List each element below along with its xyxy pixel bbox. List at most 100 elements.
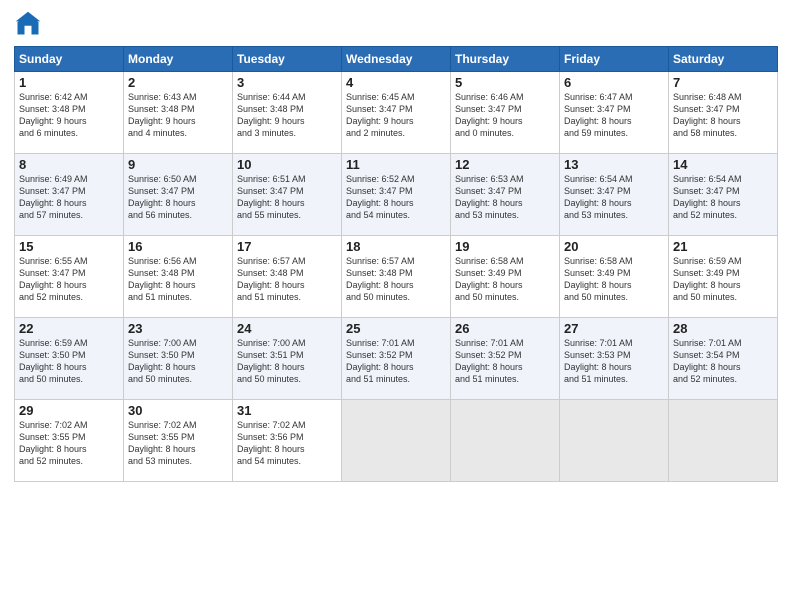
week-row-2: 8Sunrise: 6:49 AM Sunset: 3:47 PM Daylig…: [15, 154, 778, 236]
col-header-friday: Friday: [560, 47, 669, 72]
cell-info: Sunrise: 6:47 AM Sunset: 3:47 PM Dayligh…: [564, 91, 664, 140]
day-number: 25: [346, 321, 446, 336]
day-number: 13: [564, 157, 664, 172]
cell-info: Sunrise: 6:54 AM Sunset: 3:47 PM Dayligh…: [564, 173, 664, 222]
header-row: SundayMondayTuesdayWednesdayThursdayFrid…: [15, 47, 778, 72]
calendar-cell: 6Sunrise: 6:47 AM Sunset: 3:47 PM Daylig…: [560, 72, 669, 154]
day-number: 20: [564, 239, 664, 254]
calendar-cell: 17Sunrise: 6:57 AM Sunset: 3:48 PM Dayli…: [233, 236, 342, 318]
calendar-cell: 30Sunrise: 7:02 AM Sunset: 3:55 PM Dayli…: [124, 400, 233, 482]
cell-info: Sunrise: 6:53 AM Sunset: 3:47 PM Dayligh…: [455, 173, 555, 222]
calendar-cell: 27Sunrise: 7:01 AM Sunset: 3:53 PM Dayli…: [560, 318, 669, 400]
day-number: 8: [19, 157, 119, 172]
day-number: 31: [237, 403, 337, 418]
calendar-cell: 1Sunrise: 6:42 AM Sunset: 3:48 PM Daylig…: [15, 72, 124, 154]
cell-info: Sunrise: 6:57 AM Sunset: 3:48 PM Dayligh…: [237, 255, 337, 304]
day-number: 23: [128, 321, 228, 336]
calendar-cell: 9Sunrise: 6:50 AM Sunset: 3:47 PM Daylig…: [124, 154, 233, 236]
day-number: 29: [19, 403, 119, 418]
day-number: 16: [128, 239, 228, 254]
week-row-5: 29Sunrise: 7:02 AM Sunset: 3:55 PM Dayli…: [15, 400, 778, 482]
calendar-cell: [342, 400, 451, 482]
col-header-saturday: Saturday: [669, 47, 778, 72]
logo-icon: [14, 10, 42, 38]
calendar-cell: 20Sunrise: 6:58 AM Sunset: 3:49 PM Dayli…: [560, 236, 669, 318]
cell-info: Sunrise: 7:01 AM Sunset: 3:52 PM Dayligh…: [346, 337, 446, 386]
calendar-cell: [560, 400, 669, 482]
cell-info: Sunrise: 6:54 AM Sunset: 3:47 PM Dayligh…: [673, 173, 773, 222]
calendar-table: SundayMondayTuesdayWednesdayThursdayFrid…: [14, 46, 778, 482]
cell-info: Sunrise: 7:01 AM Sunset: 3:52 PM Dayligh…: [455, 337, 555, 386]
day-number: 21: [673, 239, 773, 254]
day-number: 19: [455, 239, 555, 254]
logo: [14, 10, 46, 38]
calendar-cell: 31Sunrise: 7:02 AM Sunset: 3:56 PM Dayli…: [233, 400, 342, 482]
day-number: 2: [128, 75, 228, 90]
day-number: 15: [19, 239, 119, 254]
calendar-cell: 26Sunrise: 7:01 AM Sunset: 3:52 PM Dayli…: [451, 318, 560, 400]
col-header-tuesday: Tuesday: [233, 47, 342, 72]
day-number: 24: [237, 321, 337, 336]
col-header-sunday: Sunday: [15, 47, 124, 72]
calendar-cell: 14Sunrise: 6:54 AM Sunset: 3:47 PM Dayli…: [669, 154, 778, 236]
cell-info: Sunrise: 6:43 AM Sunset: 3:48 PM Dayligh…: [128, 91, 228, 140]
day-number: 12: [455, 157, 555, 172]
day-number: 3: [237, 75, 337, 90]
calendar-cell: 16Sunrise: 6:56 AM Sunset: 3:48 PM Dayli…: [124, 236, 233, 318]
cell-info: Sunrise: 7:02 AM Sunset: 3:56 PM Dayligh…: [237, 419, 337, 468]
calendar-cell: 10Sunrise: 6:51 AM Sunset: 3:47 PM Dayli…: [233, 154, 342, 236]
cell-info: Sunrise: 6:58 AM Sunset: 3:49 PM Dayligh…: [564, 255, 664, 304]
calendar-cell: [451, 400, 560, 482]
day-number: 17: [237, 239, 337, 254]
calendar-cell: 12Sunrise: 6:53 AM Sunset: 3:47 PM Dayli…: [451, 154, 560, 236]
week-row-4: 22Sunrise: 6:59 AM Sunset: 3:50 PM Dayli…: [15, 318, 778, 400]
calendar-cell: 19Sunrise: 6:58 AM Sunset: 3:49 PM Dayli…: [451, 236, 560, 318]
calendar-cell: 11Sunrise: 6:52 AM Sunset: 3:47 PM Dayli…: [342, 154, 451, 236]
cell-info: Sunrise: 7:00 AM Sunset: 3:51 PM Dayligh…: [237, 337, 337, 386]
calendar-cell: 18Sunrise: 6:57 AM Sunset: 3:48 PM Dayli…: [342, 236, 451, 318]
calendar-cell: 7Sunrise: 6:48 AM Sunset: 3:47 PM Daylig…: [669, 72, 778, 154]
col-header-wednesday: Wednesday: [342, 47, 451, 72]
calendar-cell: 22Sunrise: 6:59 AM Sunset: 3:50 PM Dayli…: [15, 318, 124, 400]
cell-info: Sunrise: 7:02 AM Sunset: 3:55 PM Dayligh…: [19, 419, 119, 468]
cell-info: Sunrise: 6:51 AM Sunset: 3:47 PM Dayligh…: [237, 173, 337, 222]
day-number: 22: [19, 321, 119, 336]
calendar-cell: 21Sunrise: 6:59 AM Sunset: 3:49 PM Dayli…: [669, 236, 778, 318]
main-container: SundayMondayTuesdayWednesdayThursdayFrid…: [0, 0, 792, 488]
day-number: 18: [346, 239, 446, 254]
day-number: 10: [237, 157, 337, 172]
cell-info: Sunrise: 7:01 AM Sunset: 3:54 PM Dayligh…: [673, 337, 773, 386]
col-header-thursday: Thursday: [451, 47, 560, 72]
week-row-3: 15Sunrise: 6:55 AM Sunset: 3:47 PM Dayli…: [15, 236, 778, 318]
day-number: 4: [346, 75, 446, 90]
calendar-cell: 28Sunrise: 7:01 AM Sunset: 3:54 PM Dayli…: [669, 318, 778, 400]
cell-info: Sunrise: 6:59 AM Sunset: 3:49 PM Dayligh…: [673, 255, 773, 304]
week-row-1: 1Sunrise: 6:42 AM Sunset: 3:48 PM Daylig…: [15, 72, 778, 154]
cell-info: Sunrise: 6:48 AM Sunset: 3:47 PM Dayligh…: [673, 91, 773, 140]
day-number: 27: [564, 321, 664, 336]
calendar-cell: [669, 400, 778, 482]
day-number: 5: [455, 75, 555, 90]
day-number: 1: [19, 75, 119, 90]
calendar-cell: 29Sunrise: 7:02 AM Sunset: 3:55 PM Dayli…: [15, 400, 124, 482]
calendar-cell: 2Sunrise: 6:43 AM Sunset: 3:48 PM Daylig…: [124, 72, 233, 154]
cell-info: Sunrise: 6:46 AM Sunset: 3:47 PM Dayligh…: [455, 91, 555, 140]
cell-info: Sunrise: 7:02 AM Sunset: 3:55 PM Dayligh…: [128, 419, 228, 468]
header: [14, 10, 778, 38]
calendar-cell: 4Sunrise: 6:45 AM Sunset: 3:47 PM Daylig…: [342, 72, 451, 154]
cell-info: Sunrise: 6:58 AM Sunset: 3:49 PM Dayligh…: [455, 255, 555, 304]
calendar-cell: 23Sunrise: 7:00 AM Sunset: 3:50 PM Dayli…: [124, 318, 233, 400]
day-number: 6: [564, 75, 664, 90]
cell-info: Sunrise: 6:52 AM Sunset: 3:47 PM Dayligh…: [346, 173, 446, 222]
col-header-monday: Monday: [124, 47, 233, 72]
calendar-cell: 5Sunrise: 6:46 AM Sunset: 3:47 PM Daylig…: [451, 72, 560, 154]
day-number: 14: [673, 157, 773, 172]
cell-info: Sunrise: 6:56 AM Sunset: 3:48 PM Dayligh…: [128, 255, 228, 304]
calendar-cell: 25Sunrise: 7:01 AM Sunset: 3:52 PM Dayli…: [342, 318, 451, 400]
calendar-cell: 3Sunrise: 6:44 AM Sunset: 3:48 PM Daylig…: [233, 72, 342, 154]
day-number: 7: [673, 75, 773, 90]
calendar-cell: 24Sunrise: 7:00 AM Sunset: 3:51 PM Dayli…: [233, 318, 342, 400]
day-number: 9: [128, 157, 228, 172]
calendar-cell: 8Sunrise: 6:49 AM Sunset: 3:47 PM Daylig…: [15, 154, 124, 236]
cell-info: Sunrise: 7:00 AM Sunset: 3:50 PM Dayligh…: [128, 337, 228, 386]
